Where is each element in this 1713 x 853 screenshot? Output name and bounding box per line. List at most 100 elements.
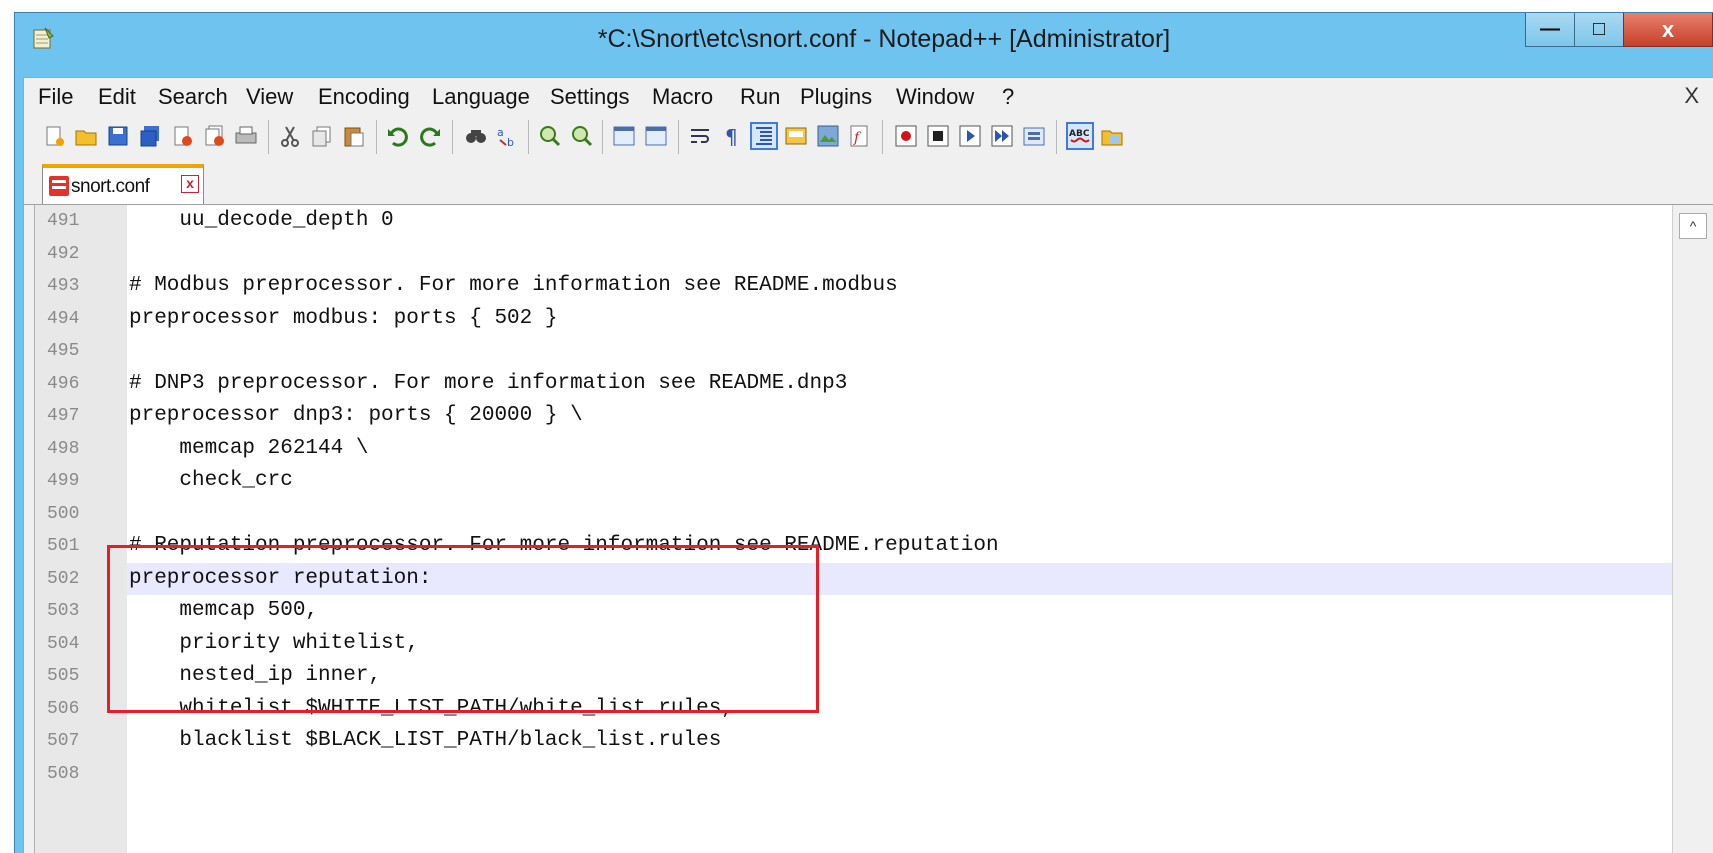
show-all-chars-icon[interactable]: ¶ <box>720 124 744 148</box>
menu-settings[interactable]: Settings <box>550 84 630 110</box>
code-line[interactable]: 497 preprocessor dnp3: ports { 20000 } \ <box>47 400 1673 432</box>
line-text: preprocessor reputation: <box>129 566 432 590</box>
title-bar[interactable]: *C:\Snort\etc\snort.conf - Notepad++ [Ad… <box>15 13 1713 77</box>
code-area[interactable]: 491 uu_decode_depth 0 492 493 # Modbus prep… <box>47 205 1673 853</box>
function-list-icon[interactable]: f <box>848 124 872 148</box>
code-line[interactable]: 502 preprocessor reputation: <box>47 562 1673 595</box>
code-line[interactable]: 506 whitelist $WHITE_LIST_PATH/white_lis… <box>47 693 1673 725</box>
maximize-icon: □ <box>1592 18 1606 40</box>
cut-icon[interactable] <box>278 124 302 148</box>
code-line[interactable]: 504 priority whitelist, <box>47 628 1673 660</box>
tab-strip: snort.conf x <box>24 160 1713 205</box>
zoom-in-icon[interactable] <box>538 124 562 148</box>
code-line[interactable]: 494 preprocessor modbus: ports { 502 } <box>47 303 1673 335</box>
save-all-icon[interactable] <box>138 124 162 148</box>
close-button[interactable]: x <box>1623 13 1713 47</box>
line-number: 498 <box>47 438 80 459</box>
find-icon[interactable] <box>464 124 488 148</box>
close-all-icon[interactable] <box>202 124 226 148</box>
close-file-icon[interactable] <box>170 124 194 148</box>
toolbar-separator <box>528 120 529 154</box>
record-macro-icon[interactable] <box>894 124 918 148</box>
tab-close-icon[interactable]: x <box>181 175 199 193</box>
svg-text:a: a <box>497 126 504 139</box>
code-line[interactable]: 503 memcap 500, <box>47 595 1673 627</box>
menu-search[interactable]: Search <box>158 84 228 110</box>
line-text: nested_ip inner, <box>129 664 382 687</box>
code-line[interactable]: 496 # DNP3 preprocessor. For more informa… <box>47 368 1673 400</box>
line-text: memcap 500, <box>129 599 319 622</box>
new-file-icon[interactable] <box>42 124 66 148</box>
editor-pane[interactable]: 491 uu_decode_depth 0 492 493 # Modbus prep… <box>34 205 1713 853</box>
close-document-button[interactable]: X <box>1684 83 1699 109</box>
line-number: 507 <box>47 731 80 751</box>
play-macro-icon[interactable] <box>958 124 982 148</box>
code-line[interactable]: 505 nested_ip inner, <box>47 660 1673 692</box>
toolbar-separator <box>1056 120 1057 154</box>
code-line[interactable]: 495 <box>47 335 1673 367</box>
code-line[interactable]: 492 <box>47 238 1673 270</box>
code-line[interactable]: 501 # Reputation preprocessor. For more i… <box>47 530 1673 562</box>
sync-horizontal-icon[interactable] <box>644 124 668 148</box>
paste-icon[interactable] <box>342 124 366 148</box>
folder-workspace-icon[interactable] <box>1100 124 1124 148</box>
redo-icon[interactable] <box>418 124 442 148</box>
code-line[interactable]: 498 memcap 262144 \ <box>47 433 1673 465</box>
menu-plugins[interactable]: Plugins <box>800 84 872 110</box>
client-area: File Edit Search View Encoding Language … <box>23 77 1713 853</box>
line-text: preprocessor dnp3: ports { 20000 } \ <box>129 404 583 427</box>
line-text: check_crc <box>129 469 293 492</box>
menu-file[interactable]: File <box>38 84 73 110</box>
word-wrap-icon[interactable] <box>688 124 712 148</box>
menu-encoding[interactable]: Encoding <box>318 84 410 110</box>
vertical-scrollbar[interactable]: ^ <box>1672 205 1713 853</box>
zoom-out-icon[interactable] <box>570 124 594 148</box>
print-icon[interactable] <box>234 124 258 148</box>
scroll-up-icon[interactable]: ^ <box>1679 213 1707 239</box>
unsaved-file-icon <box>49 176 69 196</box>
maximize-button[interactable]: □ <box>1574 13 1624 47</box>
code-line[interactable]: 507 blacklist $BLACK_LIST_PATH/black_lis… <box>47 725 1673 757</box>
code-line[interactable]: 499 check_crc <box>47 465 1673 497</box>
spell-check-icon[interactable]: ABC <box>1066 122 1094 150</box>
run-macro-multiple-icon[interactable] <box>990 124 1014 148</box>
menu-window[interactable]: Window <box>896 84 974 110</box>
tab-label: snort.conf <box>71 176 150 197</box>
toolbar: ab ¶ f ABC <box>24 114 1713 158</box>
save-macro-icon[interactable] <box>1022 124 1046 148</box>
replace-icon[interactable]: ab <box>496 124 520 148</box>
menu-run[interactable]: Run <box>740 84 780 110</box>
open-file-icon[interactable] <box>74 124 98 148</box>
close-icon: x <box>1661 16 1675 42</box>
undo-icon[interactable] <box>386 124 410 148</box>
code-line[interactable]: 493 # Modbus preprocessor. For more infor… <box>47 270 1673 302</box>
line-number: 492 <box>47 243 80 264</box>
line-number: 497 <box>47 406 80 426</box>
line-number: 499 <box>47 471 80 491</box>
toolbar-separator <box>452 120 453 154</box>
copy-icon[interactable] <box>310 124 334 148</box>
code-line[interactable]: 508 <box>47 758 1673 790</box>
toolbar-separator <box>602 120 603 154</box>
line-number: 502 <box>47 568 80 589</box>
user-language-icon[interactable] <box>784 124 808 148</box>
save-icon[interactable] <box>106 124 130 148</box>
window-controls: — □ x <box>1525 13 1713 49</box>
menu-edit[interactable]: Edit <box>98 84 136 110</box>
minimize-button[interactable]: — <box>1525 13 1575 47</box>
stop-macro-icon[interactable] <box>926 124 950 148</box>
doc-map-icon[interactable] <box>816 124 840 148</box>
menu-help[interactable]: ? <box>1002 84 1014 110</box>
line-text: preprocessor modbus: ports { 502 } <box>129 306 558 330</box>
menu-language[interactable]: Language <box>432 84 530 110</box>
code-line[interactable]: 491 uu_decode_depth 0 <box>47 205 1673 237</box>
svg-text:¶: ¶ <box>725 125 738 148</box>
sync-vertical-icon[interactable] <box>612 124 636 148</box>
menu-macro[interactable]: Macro <box>652 84 713 110</box>
tab-snort-conf[interactable]: snort.conf x <box>42 164 204 204</box>
code-line[interactable]: 500 <box>47 498 1673 530</box>
indent-guide-icon[interactable] <box>750 122 778 150</box>
menu-bar: File Edit Search View Encoding Language … <box>24 78 1713 112</box>
line-text: # Modbus preprocessor. For more informat… <box>129 274 898 297</box>
menu-view[interactable]: View <box>246 84 293 110</box>
